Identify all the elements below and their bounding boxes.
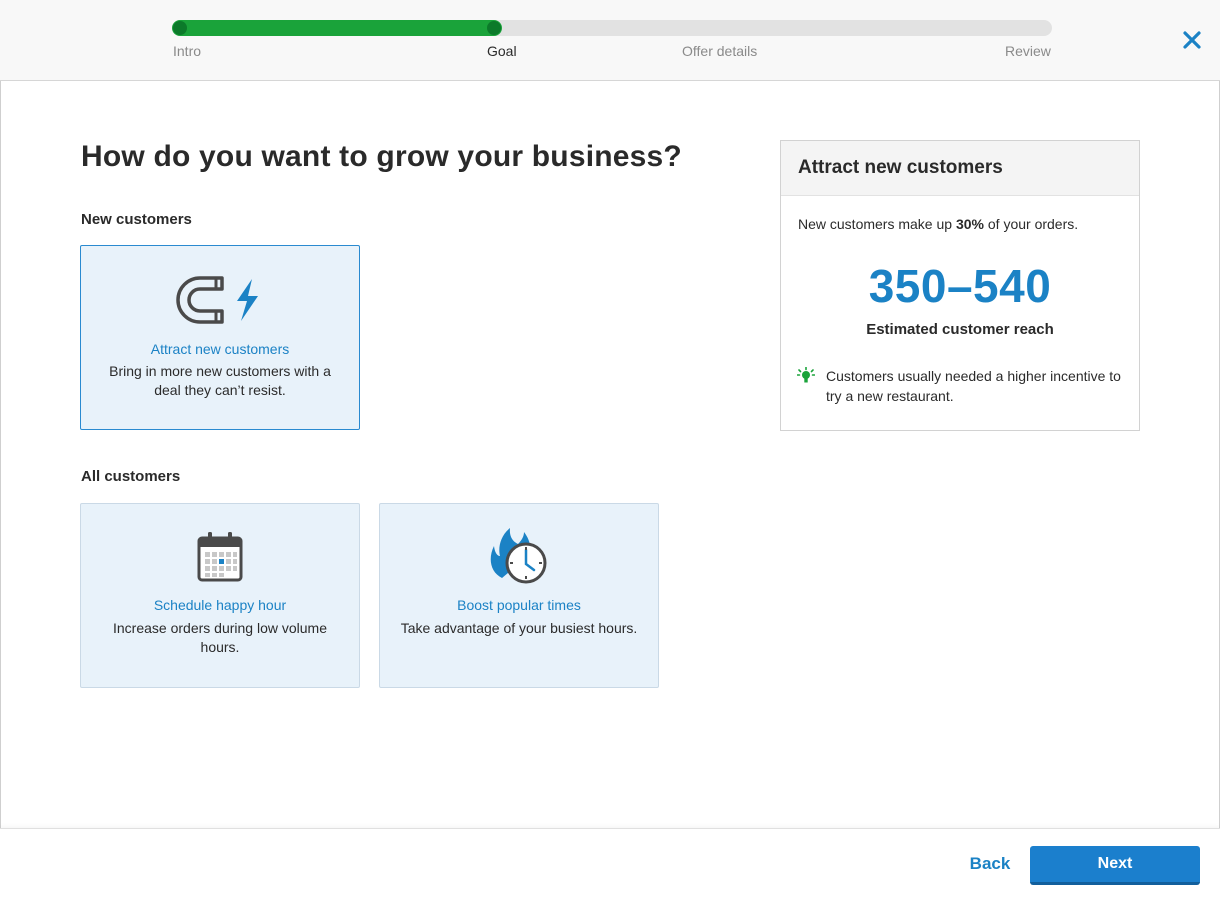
progress-dot-intro — [173, 21, 187, 35]
reach-label: Estimated customer reach — [866, 321, 1054, 338]
flame-clock-icon — [488, 526, 550, 586]
progress-track — [172, 20, 1052, 36]
step-goal: Goal — [487, 43, 517, 59]
option-schedule-happy-hour[interactable]: Schedule happy hour Increase orders duri… — [80, 503, 360, 688]
back-button[interactable]: Back — [960, 854, 1020, 874]
progress-header: Intro Goal Offer details Review — [0, 0, 1220, 81]
goal-info-panel: Attract new customers New customers make… — [780, 140, 1140, 431]
option-description: Take advantage of your busiest hours. — [400, 620, 638, 636]
panel-title: Attract new customers — [781, 141, 1139, 196]
calendar-icon — [196, 530, 244, 582]
app-frame — [0, 0, 1220, 900]
footer-bar: Back Next — [0, 828, 1220, 900]
option-description: Increase orders during low volume hours. — [113, 620, 327, 655]
share-value: 30% — [955, 216, 984, 232]
close-icon — [1183, 31, 1201, 49]
share-suffix: of your orders. — [983, 216, 1079, 232]
step-review: Review — [1005, 43, 1051, 59]
share-prefix: New customers make up — [798, 216, 956, 232]
step-intro: Intro — [173, 43, 202, 59]
progress-dot-goal — [487, 21, 501, 35]
option-title: Schedule happy hour — [153, 597, 287, 613]
option-attract-new-customers[interactable]: Attract new customers Bring in more new … — [80, 245, 360, 430]
next-button[interactable]: Next — [1030, 846, 1200, 885]
new-customer-share: New customers make up 30% of your orders… — [798, 216, 1078, 232]
section-label-all-customers: All customers — [81, 468, 181, 485]
lightbulb-icon — [796, 366, 816, 385]
option-title: Boost popular times — [457, 597, 581, 613]
option-title: Attract new customers — [150, 341, 290, 357]
option-description: Bring in more new customers with a deal … — [109, 363, 331, 398]
step-offer-details: Offer details — [682, 43, 758, 59]
tip-text: Customers usually needed a higher incent… — [826, 368, 1121, 404]
option-boost-popular-times[interactable]: Boost popular times Take advantage of yo… — [379, 503, 659, 688]
page-title: How do you want to grow your business? — [81, 140, 682, 173]
close-button[interactable] — [1178, 26, 1206, 54]
progress-fill — [172, 20, 502, 36]
magnet-icon — [170, 271, 270, 331]
section-label-new-customers: New customers — [81, 211, 192, 228]
reach-value: 350–540 — [868, 260, 1052, 312]
